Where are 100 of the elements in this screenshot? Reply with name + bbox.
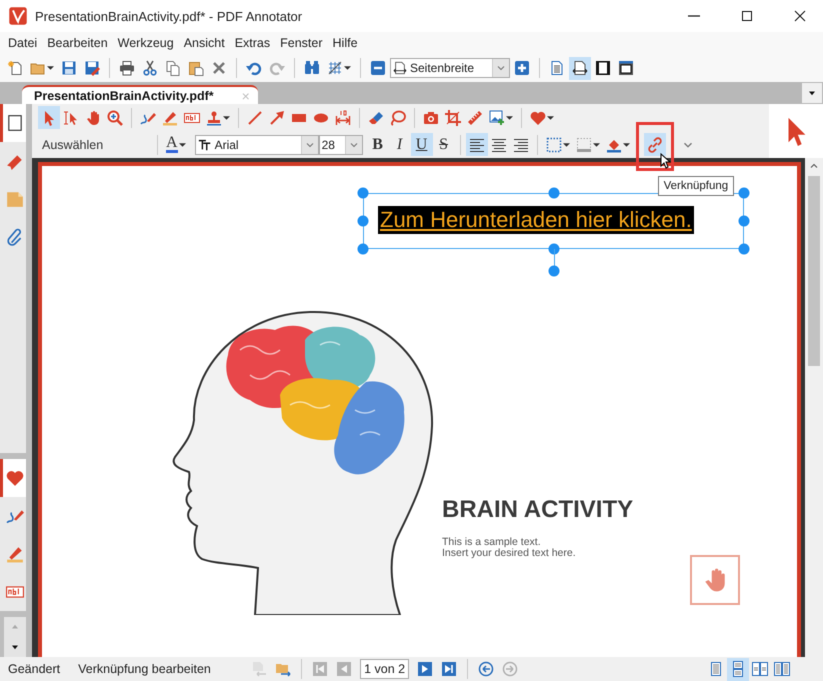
last-page-icon: [441, 661, 458, 677]
grid-icon: [327, 60, 343, 76]
align-left-icon: [468, 136, 485, 152]
heart-icon: [6, 469, 24, 487]
previous-page-icon: [336, 661, 352, 677]
printer-icon: [119, 60, 135, 76]
scissors-icon: [142, 60, 158, 76]
redo-arrow-icon: [269, 60, 285, 76]
arrow-icon: [269, 110, 285, 126]
fill-box-icon: [576, 136, 592, 152]
dimension-icon: [335, 110, 351, 126]
page-width-icon: [393, 61, 407, 75]
menu-item[interactable]: Bearbeiten: [42, 34, 113, 52]
app-logo-icon: [8, 6, 28, 26]
fit-width-button[interactable]: [569, 56, 591, 80]
dropdown-caret-icon: [547, 116, 554, 120]
rotate-handle[interactable]: [548, 266, 559, 276]
resize-handle[interactable]: [548, 244, 559, 254]
status-text: Geändert: [7, 662, 62, 676]
window-title: PresentationBrainActivity.pdf* - PDF Annotator: [35, 8, 302, 24]
page-number-field[interactable]: 1 von 2: [360, 659, 410, 679]
document-tab[interactable]: PresentationBrainActivity.pdf* ×: [22, 85, 258, 104]
single-page-icon: [708, 661, 724, 677]
strikethrough-button[interactable]: S: [432, 133, 455, 156]
font-size-dropdown[interactable]: 28: [318, 134, 363, 154]
slide-body-text: This is a sample text. Insert your desired text here.: [442, 537, 576, 559]
font-color-button[interactable]: A: [163, 133, 189, 156]
dropdown-caret-icon: [47, 66, 54, 70]
next-page-icon: [417, 661, 434, 677]
resize-handle[interactable]: [358, 188, 368, 198]
resize-handle[interactable]: [548, 188, 559, 198]
menu-item[interactable]: Datei: [3, 34, 42, 52]
line-icon: [247, 110, 263, 126]
new-document-icon: [7, 60, 23, 76]
highlighter-icon: [162, 110, 178, 126]
resize-handle[interactable]: [738, 216, 750, 226]
fullscreen-frame-icon: [595, 60, 611, 76]
resize-handle[interactable]: [358, 244, 368, 254]
resize-handle[interactable]: [738, 188, 750, 198]
status-action-text: Verknüpfung bearbeiten: [77, 662, 212, 676]
binoculars-icon: [304, 60, 320, 76]
dotted-border-icon: [546, 136, 562, 152]
crop-icon: [445, 110, 461, 126]
two-pages-icon: [752, 661, 768, 677]
framed-window-icon: [618, 60, 634, 76]
dropdown-caret-icon: [622, 142, 630, 146]
scroll-down-button[interactable]: [4, 637, 26, 657]
forward-circle-icon: [502, 661, 518, 677]
undo-arrow-icon: [246, 60, 262, 76]
dropdown-caret-icon: [506, 116, 513, 120]
dropdown-caret-icon: [344, 66, 351, 70]
back-circle-icon: [478, 661, 494, 677]
chain-link-icon: [646, 136, 663, 152]
cross-icon: [211, 60, 227, 76]
page-icon: [549, 60, 565, 76]
link-button[interactable]: [644, 133, 666, 156]
highlighter-icon: [6, 545, 24, 563]
minus-icon: [370, 60, 386, 76]
resize-handle[interactable]: [358, 216, 368, 226]
dropdown-caret-icon: [223, 116, 230, 120]
document-arrow-icon: [251, 661, 268, 677]
menu-item[interactable]: Extras: [230, 34, 276, 52]
note-icon: [6, 190, 24, 208]
favorites-tab[interactable]: [0, 459, 26, 497]
dropdown-caret-icon: [562, 142, 570, 146]
tab-list-button[interactable]: [802, 83, 822, 103]
camera-icon: [423, 110, 439, 126]
zoom-dropdown[interactable]: Seitenbreite: [390, 58, 510, 78]
resize-handle[interactable]: [738, 244, 750, 254]
italic-button[interactable]: I: [388, 133, 411, 156]
scroll-thumb[interactable]: [808, 176, 820, 366]
magnifier-plus-icon: [107, 110, 123, 126]
stamp-icon: [206, 110, 222, 126]
eraser-icon: [368, 110, 384, 126]
dropdown-caret-icon: [178, 142, 186, 146]
hand-icon: [85, 110, 101, 126]
align-right-icon: [512, 136, 529, 152]
menu-item[interactable]: Fenster: [275, 34, 328, 52]
lasso-icon: [390, 110, 406, 126]
heart-icon: [530, 110, 546, 126]
two-pages-continuous-icon: [774, 661, 790, 677]
font-icon: [198, 138, 212, 152]
maximize-icon: [739, 8, 755, 24]
floppy-disk-pen-icon: [84, 60, 100, 76]
text-cursor-arrow-icon: [63, 110, 79, 126]
page-outline-icon: [6, 114, 24, 132]
continuous-button[interactable]: [727, 658, 749, 680]
menu-item[interactable]: Hilfe: [328, 34, 363, 52]
align-left-button[interactable]: [466, 133, 488, 156]
select-tool[interactable]: [38, 106, 60, 129]
bold-button[interactable]: B: [366, 133, 389, 156]
link-text[interactable]: Zum Herunterladen hier klicken.: [378, 206, 694, 234]
font-dropdown[interactable]: Arial: [194, 134, 319, 154]
underline-button[interactable]: U: [410, 133, 433, 156]
paperclip-icon: [6, 228, 24, 246]
tool-name-label: Auswählen: [41, 138, 104, 152]
menu-item[interactable]: Werkzeug: [112, 34, 179, 52]
pages-tab[interactable]: [0, 104, 26, 142]
menu-item[interactable]: Ansicht: [178, 34, 230, 52]
plus-icon: [514, 60, 530, 76]
